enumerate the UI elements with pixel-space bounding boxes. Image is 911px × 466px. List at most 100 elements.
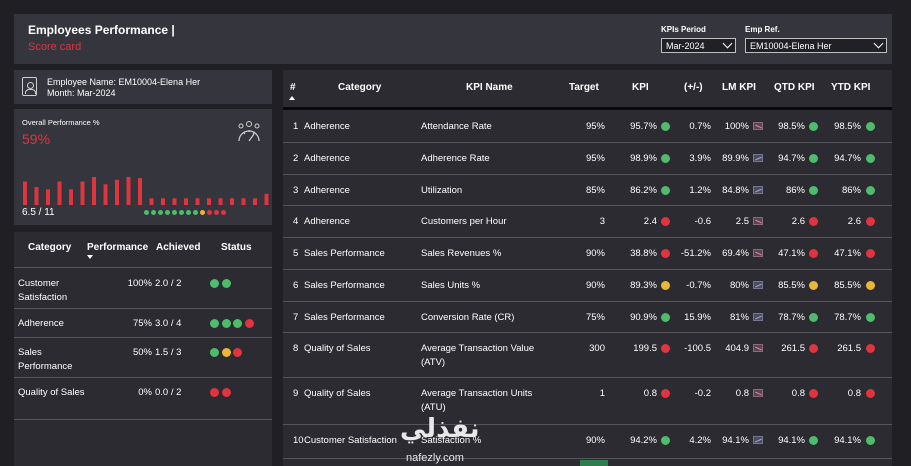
- status-dot: [866, 435, 875, 445]
- kpi-target: 95%: [585, 121, 605, 132]
- category-name: Customer Satisfaction: [18, 278, 68, 303]
- status-dot: [661, 280, 670, 290]
- lm-kpi-value: 94.1%: [722, 435, 749, 446]
- category-row[interactable]: Adherence 75% 3.0 / 4: [14, 309, 272, 338]
- lm-kpi-value: 404.9: [725, 343, 749, 354]
- category-status: [210, 346, 243, 360]
- kpi-diff: -0.6: [694, 216, 711, 227]
- col-lm-kpi[interactable]: LM KPI: [722, 82, 756, 93]
- status-dot: [207, 210, 212, 215]
- kpi-status: [661, 342, 670, 356]
- kpi-row[interactable]: 9 Quality of Sales Average Transaction Uni…: [283, 378, 892, 425]
- kpi-row[interactable]: 7 Sales Performance Conversion Rate (CR) 75…: [283, 302, 892, 333]
- status-dot: [866, 280, 875, 290]
- status-dot: [809, 216, 818, 226]
- category-name: Sales Performance: [18, 347, 73, 372]
- lm-kpi-value: 69.4%: [722, 248, 749, 259]
- status-dot: [233, 318, 243, 328]
- kpi-row[interactable]: 2 Adherence Adherence Rate 95% 98.9% 3.9% 89.9…: [283, 143, 892, 175]
- kpi-row[interactable]: 8 Quality of Sales Average Transaction Val…: [283, 333, 892, 378]
- emp-ref-dropdown[interactable]: EM10004-Elena Her: [745, 38, 887, 53]
- kpi-status: [661, 434, 670, 448]
- status-dot: [809, 388, 818, 398]
- emp-ref-value: EM10004-Elena Her: [750, 40, 832, 51]
- status-dot: [809, 248, 818, 258]
- category-summary-table: Category Performance Achieved Status Cus…: [14, 232, 272, 466]
- status-dot: [244, 318, 254, 328]
- col-kpi-name[interactable]: KPI Name: [466, 82, 513, 93]
- kpi-row[interactable]: 5 Sales Performance Sales Revenues % 90% 38.…: [283, 238, 892, 270]
- status-dot: [866, 248, 875, 258]
- report-subtitle: Score card: [28, 41, 82, 53]
- trend-up-icon: [753, 313, 763, 322]
- col-ytd-kpi[interactable]: YTD KPI: [831, 82, 870, 93]
- status-dot: [221, 318, 231, 328]
- col-category[interactable]: Category: [28, 242, 71, 253]
- category-achieved: 2.0 / 2: [155, 278, 182, 289]
- col-achieved[interactable]: Achieved: [156, 242, 200, 253]
- performance-bar: [92, 177, 96, 205]
- status-dot: [210, 278, 219, 288]
- qtd-kpi-value: 86%: [785, 185, 805, 196]
- category-table-header: Category Performance Achieved Status: [14, 232, 272, 268]
- qtd-kpi-value: 47.1%: [778, 248, 805, 259]
- kpi-number: 10: [293, 435, 304, 446]
- category-row[interactable]: Customer Satisfaction 100% 2.0 / 2: [14, 269, 272, 309]
- kpi-category: Sales Performance: [304, 280, 385, 291]
- col-qtd-kpi[interactable]: QTD KPI: [774, 82, 815, 93]
- team-performance-icon: [238, 121, 260, 142]
- kpi-value: 86.2%: [630, 185, 657, 196]
- kpi-row[interactable]: 6 Sales Performance Sales Units % 90% 89.3% -…: [283, 270, 892, 302]
- trend-down-icon: [753, 344, 763, 353]
- category-status: [210, 317, 254, 331]
- kpi-target: 90%: [585, 435, 605, 446]
- status-dot: [809, 121, 818, 131]
- status-dot: [661, 121, 670, 131]
- kpi-status: [661, 120, 670, 134]
- category-name: Adherence: [18, 318, 64, 329]
- col-performance[interactable]: Performance: [87, 242, 148, 253]
- status-dot: [809, 312, 818, 322]
- col-target[interactable]: Target: [569, 82, 599, 93]
- col-kpi[interactable]: KPI: [632, 82, 649, 93]
- col-category[interactable]: Category: [338, 82, 381, 93]
- kpi-diff: 1.2%: [689, 185, 711, 196]
- performance-bar-chart: [23, 177, 269, 205]
- kpi-period-dropdown[interactable]: Mar-2024: [661, 38, 736, 53]
- kpi-target: 300: [589, 343, 605, 354]
- trend-down-icon: [753, 122, 763, 131]
- performance-bar: [253, 198, 257, 205]
- kpi-status: [661, 184, 670, 198]
- status-dot: [866, 216, 875, 226]
- performance-bar: [80, 181, 85, 205]
- status-dot: [809, 153, 818, 163]
- status-dots-row: [144, 210, 226, 215]
- ytd-kpi-value: 0.8: [847, 388, 861, 399]
- kpi-period-label: KPIs Period: [661, 25, 706, 34]
- col-diff[interactable]: (+/-): [684, 82, 703, 93]
- kpi-row[interactable]: 1 Adherence Attendance Rate 95% 95.7% 0.7% 100…: [283, 111, 892, 143]
- qtd-kpi-value: 94.1%: [778, 435, 805, 446]
- category-row[interactable]: Sales Performance 50% 1.5 / 3: [14, 338, 272, 378]
- scrollbar-thumb[interactable]: [580, 460, 608, 466]
- report-title: Employees Performance |: [28, 23, 175, 37]
- performance-bar: [207, 198, 211, 205]
- employee-badge-icon: [22, 77, 37, 96]
- trend-down-icon: [753, 389, 763, 398]
- lm-kpi-value: 0.8: [735, 388, 749, 399]
- performance-bar: [184, 198, 188, 205]
- category-row[interactable]: Quality of Sales 0% 0.0 / 2: [14, 378, 272, 420]
- kpi-row[interactable]: 10 Customer Satisfaction Satisfaction % 90%…: [283, 425, 892, 459]
- col-status[interactable]: Status: [221, 242, 252, 253]
- kpi-name: Conversion Rate (CR): [421, 312, 515, 323]
- status-dot: [661, 248, 670, 258]
- performance-bar: [172, 198, 177, 205]
- kpi-diff: 3.9%: [689, 153, 711, 164]
- performance-bar: [115, 179, 119, 205]
- status-dot: [210, 387, 219, 397]
- col-number[interactable]: #: [290, 82, 296, 93]
- kpi-row[interactable]: 4 Adherence Customers per Hour 3 2.4 -0.6 2.5 2…: [283, 206, 892, 238]
- status-dot: [172, 210, 177, 215]
- ytd-kpi-value: 98.5%: [834, 121, 861, 132]
- kpi-row[interactable]: 3 Adherence Utilization 85% 86.2% 1.2% 84.8% 86…: [283, 175, 892, 206]
